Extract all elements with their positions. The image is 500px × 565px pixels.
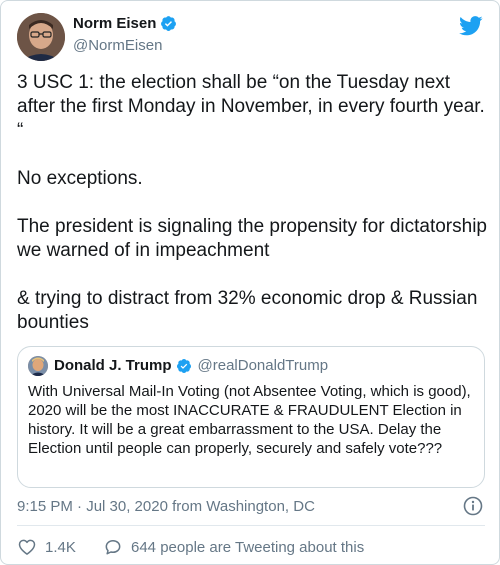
- quoted-author-name: Donald J. Trump: [54, 357, 172, 374]
- conversation-link[interactable]: 644 people are Tweeting about this: [103, 537, 364, 557]
- tweet-text-line: The president is signaling the propensit…: [17, 216, 487, 261]
- heart-icon: [18, 539, 36, 555]
- quoted-author-row: Donald J. Trump @realDonaldTrump: [54, 357, 328, 374]
- quoted-tweet[interactable]: Donald J. Trump @realDonaldTrump With Un…: [17, 346, 485, 488]
- quoted-tweet-text: With Universal Mail-In Voting (not Absen…: [28, 383, 471, 457]
- author-name[interactable]: Norm Eisen: [73, 15, 156, 32]
- author-name-row[interactable]: Norm Eisen: [73, 15, 177, 32]
- conversation-text: 644 people are Tweeting about this: [131, 538, 365, 556]
- verified-badge-icon: [176, 358, 191, 373]
- author-handle[interactable]: @NormEisen: [73, 37, 162, 54]
- tweet-text-line: 3 USC 1: the election shall be “on the T…: [17, 72, 485, 141]
- quoted-author-handle: @realDonaldTrump: [197, 357, 329, 374]
- tweet-text-line: No exceptions.: [17, 168, 143, 189]
- speech-bubble-icon: [105, 540, 121, 555]
- tweet-timestamp[interactable]: 9:15 PM · Jul 30, 2020 from Washington, …: [17, 498, 315, 515]
- like-button[interactable]: 1.4K: [17, 537, 76, 557]
- like-count: 1.4K: [45, 538, 76, 556]
- tweet-text-line: & trying to distract from 32% economic d…: [17, 288, 478, 333]
- tweet-card: Norm Eisen @NormEisen 3 USC 1: the elect…: [0, 0, 500, 565]
- twitter-bird-icon[interactable]: [459, 15, 483, 37]
- divider: [17, 525, 485, 526]
- tweet-text: 3 USC 1: the election shall be “on the T…: [17, 71, 487, 335]
- quoted-author-avatar: [28, 356, 48, 376]
- verified-badge-icon: [161, 16, 177, 31]
- info-icon[interactable]: [463, 496, 483, 516]
- author-avatar[interactable]: [17, 13, 65, 61]
